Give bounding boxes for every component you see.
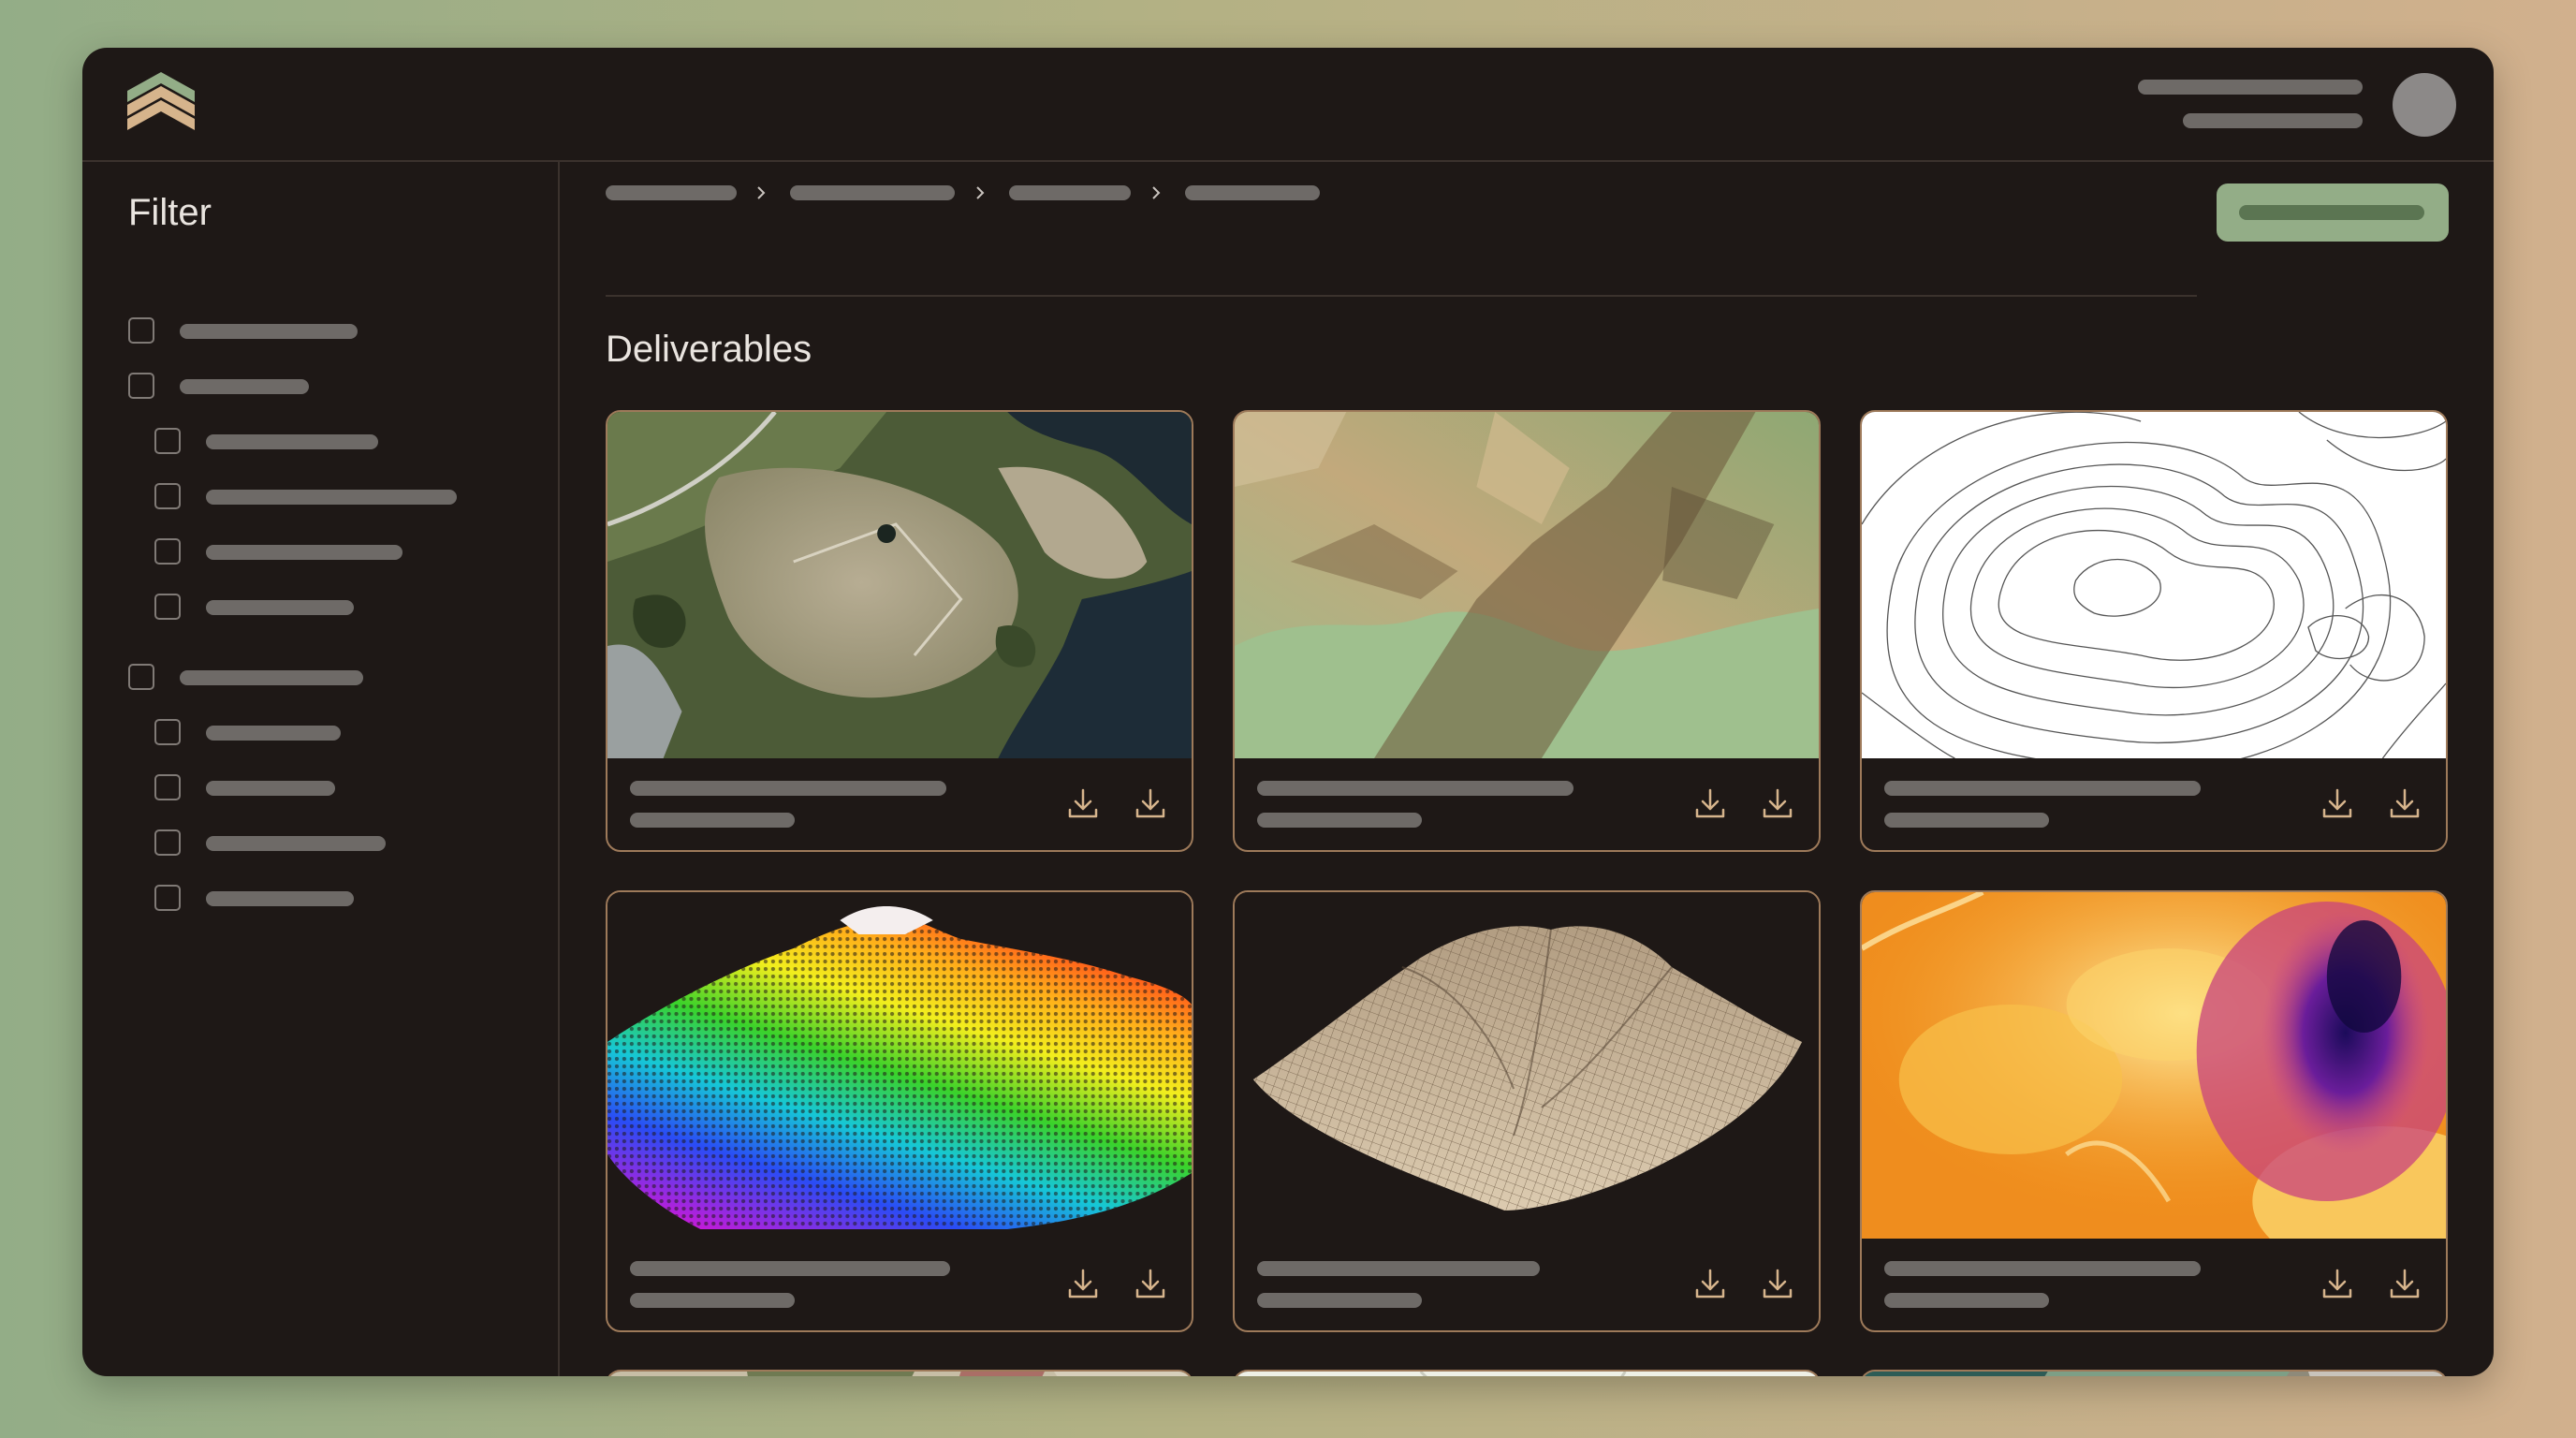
top-bar (82, 48, 2494, 162)
filter-label-placeholder (206, 781, 335, 796)
download-icon[interactable] (2319, 785, 2356, 822)
filter-title: Filter (128, 192, 212, 233)
card-subtitle-placeholder (1257, 1293, 1422, 1308)
deliverable-card[interactable] (1860, 410, 2448, 852)
deliverable-card[interactable] (1860, 1370, 2448, 1376)
card-title-placeholder (1884, 781, 2201, 796)
filter-checkbox[interactable] (128, 664, 154, 690)
primary-action-label-placeholder (2239, 205, 2424, 220)
breadcrumb-item[interactable] (790, 185, 955, 200)
filter-label-placeholder (206, 434, 378, 449)
main-content: Deliverables (560, 162, 2494, 1376)
aerial-imagery-thumbnail (607, 1372, 1192, 1376)
filter-label-placeholder (180, 379, 309, 394)
deliverable-card[interactable] (606, 890, 1193, 1332)
thermal-heatmap-thumbnail (1862, 892, 2446, 1239)
download-icon[interactable] (1064, 1265, 1102, 1302)
avatar[interactable] (2393, 73, 2456, 137)
card-meta (1862, 758, 2446, 850)
terrain-mesh-thumbnail (1235, 892, 1819, 1239)
primary-action-button[interactable] (2217, 183, 2449, 242)
card-title-placeholder (1884, 1261, 2201, 1276)
user-name-placeholder (2138, 80, 2363, 95)
filter-checkbox[interactable] (154, 719, 181, 745)
deliverable-card[interactable] (1233, 890, 1821, 1332)
filter-label-placeholder (206, 726, 341, 741)
filter-sidebar: Filter (82, 162, 560, 1376)
download-icon[interactable] (1132, 785, 1169, 822)
download-icon[interactable] (1064, 785, 1102, 822)
breadcrumb-divider (606, 295, 2197, 297)
download-icon[interactable] (1759, 1265, 1796, 1302)
filter-label-placeholder (206, 600, 354, 615)
card-meta (1862, 1239, 2446, 1330)
aerial-imagery-thumbnail (1862, 1372, 2446, 1376)
user-role-placeholder (2183, 113, 2363, 128)
card-subtitle-placeholder (630, 813, 795, 828)
filter-label-placeholder (206, 490, 457, 505)
download-icon[interactable] (2386, 1265, 2423, 1302)
filter-checkbox[interactable] (154, 483, 181, 509)
page-title: Deliverables (606, 329, 812, 370)
user-info[interactable] (2138, 80, 2363, 136)
aerial-imagery-thumbnail (607, 412, 1192, 758)
breadcrumb-item[interactable] (1009, 185, 1131, 200)
point-cloud-thumbnail (607, 892, 1192, 1239)
filter-checkbox[interactable] (154, 829, 181, 856)
card-title-placeholder (1257, 781, 1573, 796)
street-map-thumbnail (1235, 1372, 1819, 1376)
card-subtitle-placeholder (1884, 1293, 2049, 1308)
download-icon[interactable] (1132, 1265, 1169, 1302)
filter-label-placeholder (180, 670, 363, 685)
app-window: Filter Deliverables (82, 48, 2494, 1376)
filter-label-placeholder (206, 891, 354, 906)
breadcrumb-item[interactable] (1185, 185, 1320, 200)
filter-label-placeholder (180, 324, 358, 339)
deliverable-card[interactable] (606, 1370, 1193, 1376)
download-icon[interactable] (1759, 785, 1796, 822)
filter-checkbox[interactable] (154, 885, 181, 911)
filter-checkbox[interactable] (154, 428, 181, 454)
filter-checkbox[interactable] (154, 594, 181, 620)
card-title-placeholder (1257, 1261, 1540, 1276)
card-title-placeholder (630, 781, 946, 796)
download-icon[interactable] (2386, 785, 2423, 822)
filter-checkbox[interactable] (128, 373, 154, 399)
card-subtitle-placeholder (630, 1293, 795, 1308)
filter-label-placeholder (206, 545, 402, 560)
card-meta (1235, 758, 1819, 850)
deliverable-card[interactable] (606, 410, 1193, 852)
chevron-right-icon (757, 186, 766, 199)
deliverable-card[interactable] (1233, 1370, 1821, 1376)
filter-checkbox[interactable] (154, 774, 181, 800)
download-icon[interactable] (2319, 1265, 2356, 1302)
filter-label-placeholder (206, 836, 386, 851)
hillshade-map-thumbnail (1235, 412, 1819, 758)
chevron-right-icon (1152, 186, 1161, 199)
card-title-placeholder (630, 1261, 950, 1276)
card-meta (607, 758, 1192, 850)
card-subtitle-placeholder (1257, 813, 1422, 828)
deliverable-card[interactable] (1233, 410, 1821, 852)
filter-checkbox[interactable] (154, 538, 181, 565)
card-meta (607, 1239, 1192, 1330)
filter-checkbox[interactable] (128, 317, 154, 344)
logo-icon[interactable] (127, 72, 195, 134)
contour-map-thumbnail (1862, 412, 2446, 758)
card-subtitle-placeholder (1884, 813, 2049, 828)
chevron-right-icon (976, 186, 985, 199)
breadcrumb-item[interactable] (606, 185, 737, 200)
deliverable-card[interactable] (1860, 890, 2448, 1332)
download-icon[interactable] (1691, 1265, 1729, 1302)
download-icon[interactable] (1691, 785, 1729, 822)
card-meta (1235, 1239, 1819, 1330)
